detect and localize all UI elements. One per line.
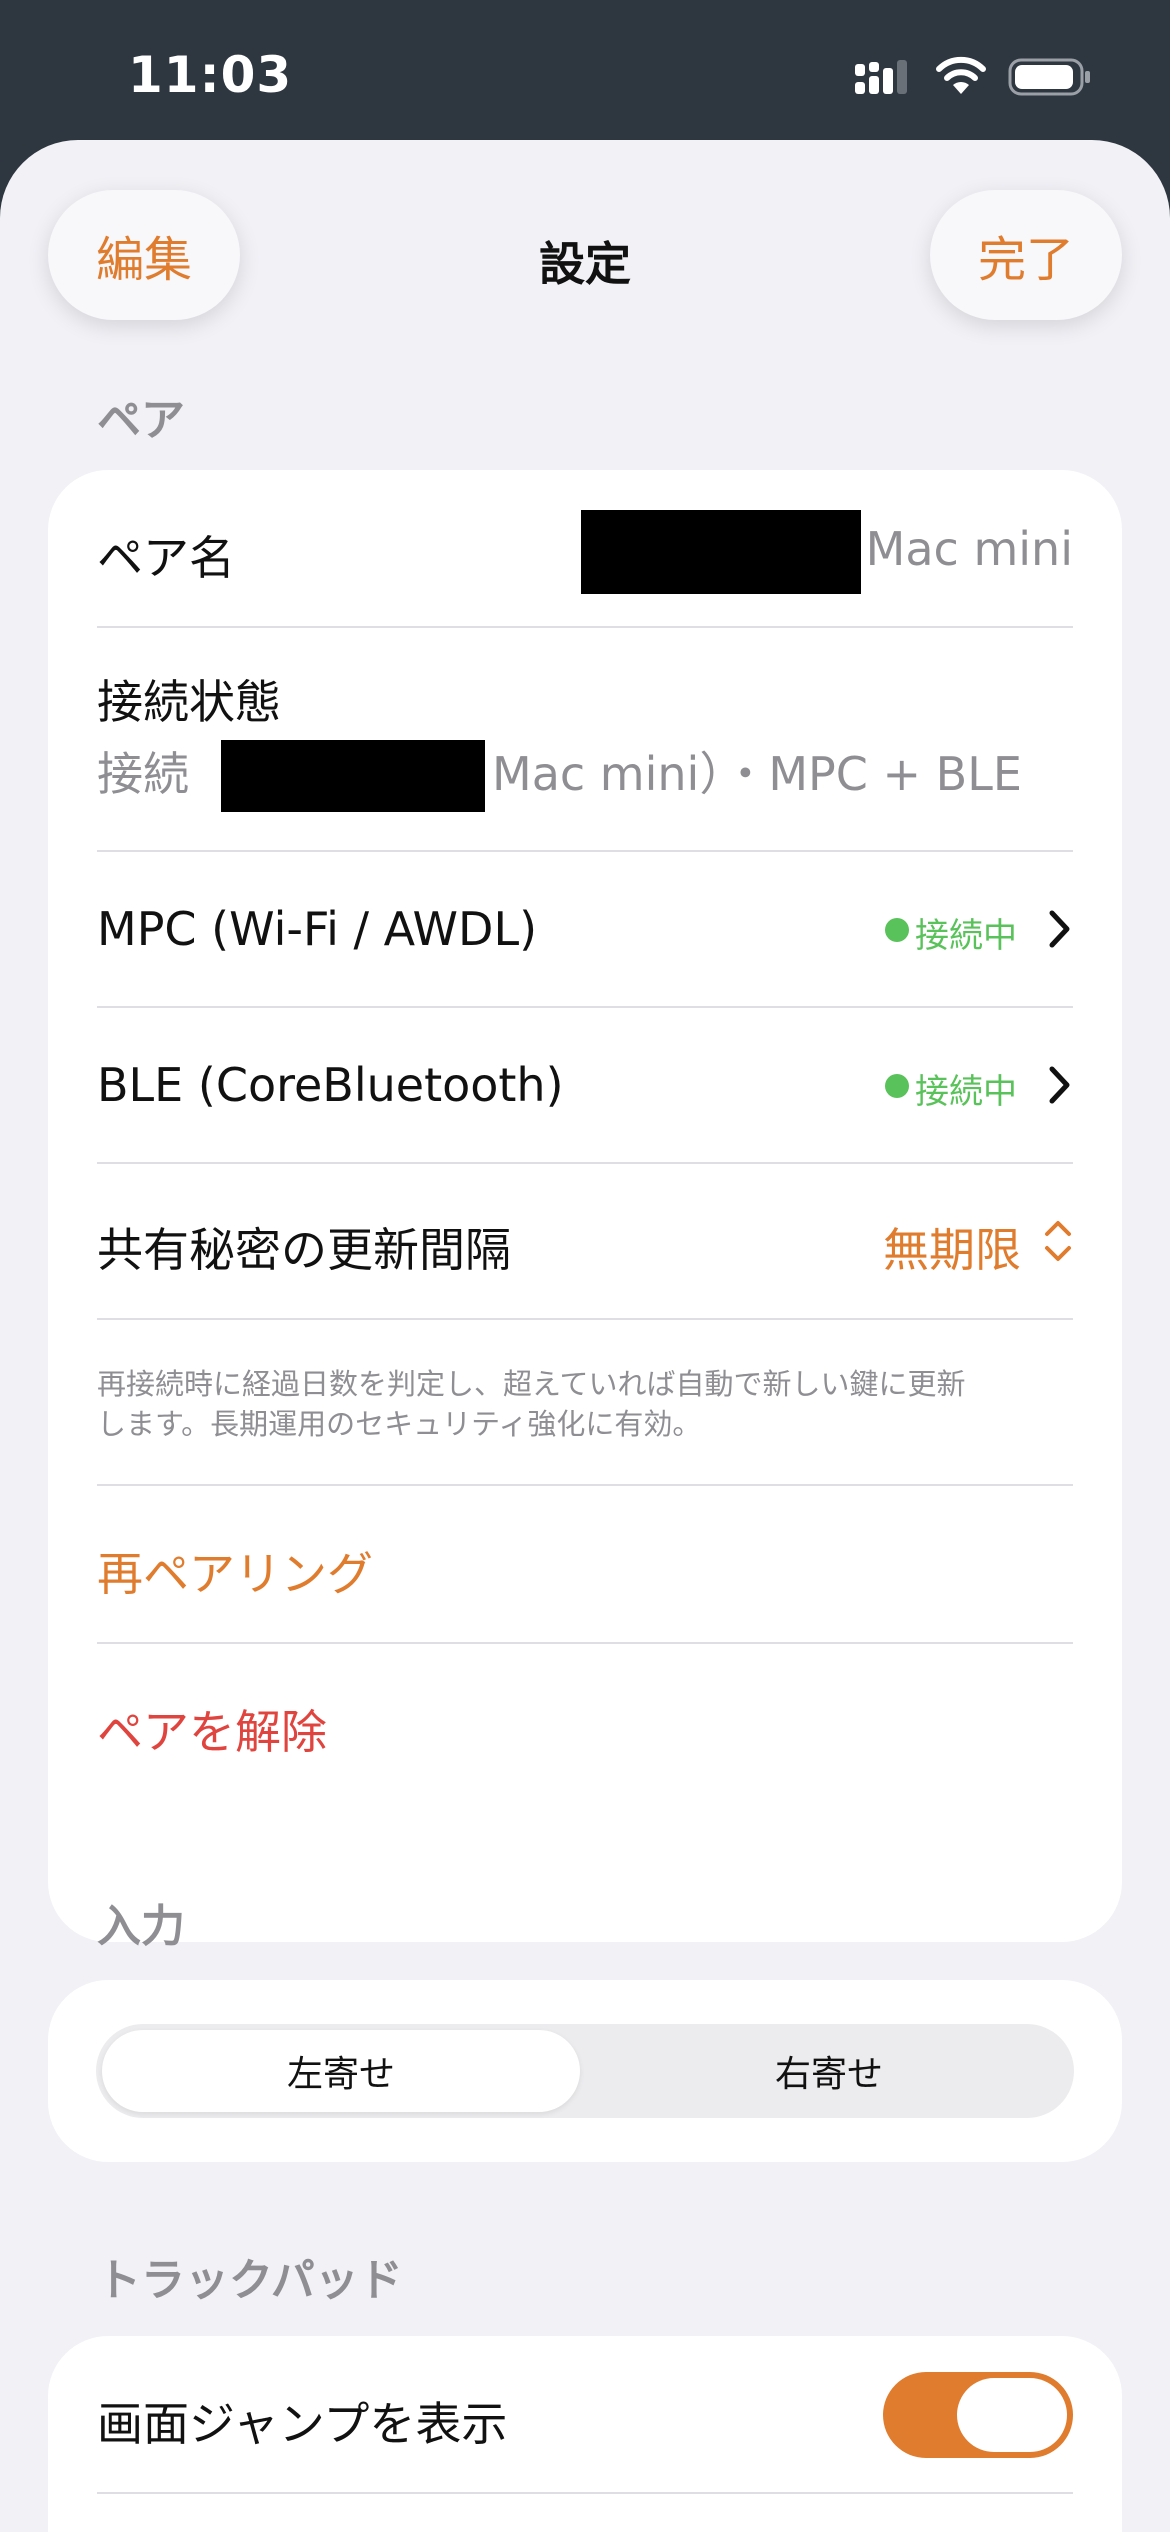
mpc-label: MPC (Wi-Fi / AWDL) [97,902,538,956]
pair-name-label: ペア名 [97,531,235,585]
footnote-line-2: します。長期運用のセキュリティ強化に有効。 [97,1407,702,1441]
connected-dot-icon [885,918,909,942]
pair-card: ペア名 Mac mini 接続状態 接続（ Mac mini）・MPC + BL… [48,470,1122,1942]
secret-interval-label: 共有秘密の更新間隔 [97,1223,511,1277]
connection-status-label: 接続状態 [97,675,281,729]
screen-jump-row: 画面ジャンプを表示 [97,2336,1073,2492]
connection-status-row: 接続状態 接続（ Mac mini）・MPC + BLE [97,628,1073,850]
mpc-status: 接続中 [915,916,1017,956]
section-header-trackpad: トラックパッド [97,2255,403,2306]
footnote-row: 再接続時に経過日数を判定し、超えていれば自動で新しい鍵に更新 します。長期運用の… [97,1320,1073,1484]
alignment-segmented-control: 左寄せ 右寄せ [96,2024,1074,2118]
connected-dot-icon [885,1074,909,1098]
screen-jump-toggle[interactable] [883,2372,1073,2458]
chevron-right-icon [1049,910,1070,948]
segment-left-align[interactable]: 左寄せ [102,2030,580,2112]
cellular-signal-icon [855,60,907,94]
status-bar: 11:03 [0,0,1170,140]
status-time: 11:03 [128,46,293,104]
ble-row[interactable]: BLE (CoreBluetooth) 接続中 [97,1008,1073,1162]
mpc-row[interactable]: MPC (Wi-Fi / AWDL) 接続中 [97,852,1073,1006]
toggle-knob [957,2378,1067,2452]
input-card: 左寄せ 右寄せ [48,1980,1122,2162]
secret-interval-value[interactable]: 無期限 [883,1214,1021,1280]
unpair-button[interactable]: ペアを解除 [97,1696,327,1762]
section-header-input: 入力 [97,1901,185,1952]
section-header-pair: ペア [97,395,185,446]
segment-right-align[interactable]: 右寄せ [590,2030,1068,2112]
done-button[interactable]: 完了 [930,190,1122,320]
repair-button[interactable]: 再ペアリング [97,1538,373,1604]
connection-status-prefix: 接続（ [97,747,235,801]
connection-status-detail: Mac mini）・MPC + BLE [492,747,1022,801]
chevron-right-icon [1049,1066,1070,1104]
battery-icon [1008,58,1090,96]
secret-interval-row[interactable]: 共有秘密の更新間隔 無期限 [97,1164,1073,1318]
pair-name-row: ペア名 Mac mini [97,470,1073,626]
secret-interval-footnote: 再接続時に経過日数を判定し、超えていれば自動で新しい鍵に更新 します。長期運用の… [97,1364,1073,1444]
redacted-device-name [221,740,485,812]
up-down-chevron-icon [1045,1221,1071,1261]
redacted-device-name [581,510,861,594]
unpair-row[interactable]: ペアを解除 [97,1644,1073,1800]
trackpad-card: 画面ジャンプを表示 [48,2336,1122,2532]
repair-row[interactable]: 再ペアリング [97,1486,1073,1642]
footnote-line-1: 再接続時に経過日数を判定し、超えていれば自動で新しい鍵に更新 [97,1367,966,1401]
ble-label: BLE (CoreBluetooth) [97,1058,564,1112]
settings-sheet: 編集 設定 完了 ペア ペア名 Mac mini 接続状態 接続（ Mac mi… [0,140,1170,2532]
screen-jump-label: 画面ジャンプを表示 [97,2397,508,2451]
wifi-icon [936,56,986,94]
ble-status: 接続中 [915,1072,1017,1112]
pair-name-value: Mac mini [865,522,1073,576]
divider [97,2492,1073,2494]
